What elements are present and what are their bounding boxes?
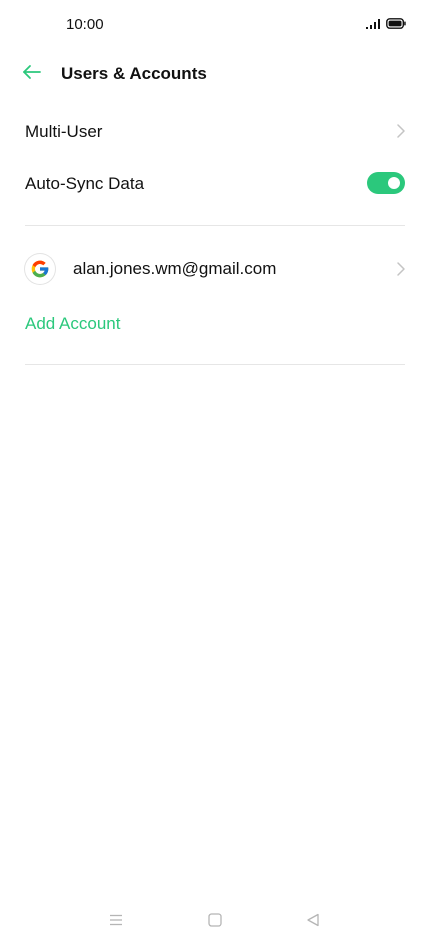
nav-back-button[interactable] — [297, 906, 329, 938]
google-icon — [25, 254, 55, 284]
home-icon — [208, 912, 222, 932]
add-account-button[interactable]: Add Account — [25, 314, 120, 334]
back-icon — [306, 913, 320, 932]
toggle-knob — [388, 177, 400, 189]
app-header: Users & Accounts — [0, 50, 430, 98]
status-time: 10:00 — [66, 16, 104, 33]
back-arrow-icon — [22, 64, 42, 85]
menu-button[interactable] — [100, 906, 132, 938]
multi-user-label: Multi-User — [25, 122, 103, 141]
status-bar: 10:00 — [0, 0, 430, 48]
home-button[interactable] — [199, 906, 231, 938]
auto-sync-row: Auto-Sync Data — [0, 162, 430, 206]
status-icons — [366, 16, 406, 34]
auto-sync-toggle[interactable] — [367, 172, 405, 194]
account-email: alan.jones.wm@gmail.com — [73, 259, 277, 278]
section-divider — [25, 225, 405, 226]
navigation-bar — [0, 906, 430, 938]
chevron-right-icon — [396, 123, 406, 144]
account-row[interactable]: alan.jones.wm@gmail.com — [0, 254, 430, 284]
menu-icon — [109, 913, 123, 931]
chevron-right-icon — [396, 261, 406, 282]
signal-icon — [366, 16, 380, 34]
back-button[interactable] — [16, 58, 48, 90]
auto-sync-label: Auto-Sync Data — [25, 174, 145, 193]
battery-icon — [386, 16, 406, 34]
page-title: Users & Accounts — [61, 64, 207, 83]
multi-user-row[interactable]: Multi-User — [0, 110, 430, 154]
section-divider — [25, 364, 405, 365]
